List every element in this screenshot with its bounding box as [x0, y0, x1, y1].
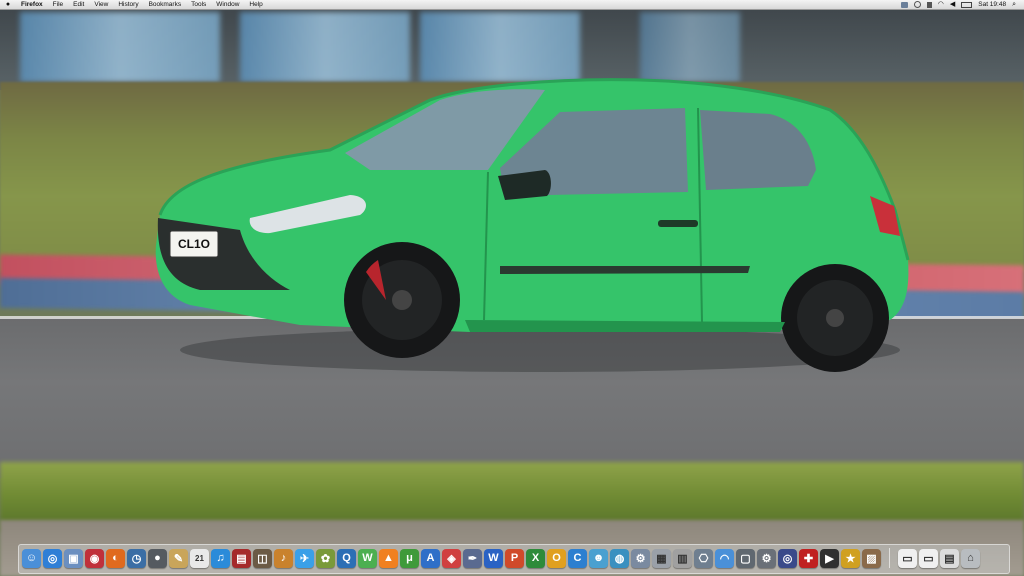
iphoto-icon[interactable]: ◫ — [253, 548, 272, 568]
globe-icon[interactable]: ◍ — [610, 548, 629, 568]
powerpoint-icon[interactable]: P — [505, 548, 524, 568]
time-machine-icon[interactable]: ◷ — [127, 548, 146, 568]
word-icon[interactable]: W — [484, 548, 503, 568]
disk-utility-icon[interactable]: ⎔ — [694, 548, 713, 568]
downloads-stack-icon[interactable]: ▤ — [940, 548, 959, 568]
photos-icon[interactable]: ▨ — [862, 548, 881, 568]
utorrent-icon[interactable]: μ — [400, 548, 419, 568]
dashboard-icon[interactable]: ◈ — [442, 548, 461, 568]
firefox-icon[interactable]: ◐ — [106, 548, 125, 568]
status-menus: ◠ ◀ Sat 19:48 ⌕ — [900, 0, 1024, 9]
wallpaper-car-image — [155, 78, 910, 372]
wmv-icon[interactable]: W — [358, 548, 377, 568]
trash-icon[interactable]: ⌂ — [961, 548, 980, 568]
menu-view[interactable]: View — [89, 0, 113, 9]
menu-history[interactable]: History — [113, 0, 143, 9]
garageband-icon[interactable]: ♪ — [274, 548, 293, 568]
preview-icon[interactable]: ▣ — [64, 548, 83, 568]
finder-icon[interactable]: ☺ — [22, 548, 41, 568]
menu-help[interactable]: Help — [244, 0, 267, 9]
menu-tools[interactable]: Tools — [186, 0, 211, 9]
photo-booth-icon[interactable]: ◉ — [85, 548, 104, 568]
app-store-icon[interactable]: A — [421, 548, 440, 568]
activity-icon[interactable]: ✚ — [799, 548, 818, 568]
app-icon[interactable]: ✿ — [316, 548, 335, 568]
desktop[interactable]: CL1O — [0, 0, 1024, 576]
network-icon[interactable]: ◎ — [778, 548, 797, 568]
notes-icon[interactable]: ✎ — [169, 548, 188, 568]
bluetooth-icon[interactable] — [926, 1, 932, 8]
dock-separator — [889, 548, 890, 568]
number-plate-text: CL1O — [177, 237, 210, 251]
volume-icon[interactable]: ◀ — [950, 0, 955, 9]
document-icon[interactable]: ▭ — [898, 548, 917, 568]
status-app-icon[interactable] — [900, 1, 908, 8]
twitter-icon[interactable]: ✈ — [295, 548, 314, 568]
script-editor-icon[interactable]: ✒ — [463, 548, 482, 568]
safari-icon[interactable]: ◎ — [43, 548, 62, 568]
photo-icon[interactable]: ▤ — [232, 548, 251, 568]
messenger-icon[interactable]: ☻ — [589, 548, 608, 568]
star-icon[interactable]: ★ — [841, 548, 860, 568]
migration-icon[interactable]: ⚙ — [631, 548, 650, 568]
quicktime-icon[interactable]: Q — [337, 548, 356, 568]
menu-file[interactable]: File — [48, 0, 68, 9]
vlc-icon[interactable]: ▲ — [379, 548, 398, 568]
menu-bookmarks[interactable]: Bookmarks — [144, 0, 187, 9]
document-icon[interactable]: ▭ — [919, 548, 938, 568]
wifi-status-icon[interactable]: ◠ — [938, 0, 944, 9]
app-menu[interactable]: Firefox — [16, 0, 48, 9]
itunes-icon[interactable]: ♫ — [211, 548, 230, 568]
calculator-icon[interactable]: ▥ — [673, 548, 692, 568]
excel-icon[interactable]: X — [526, 548, 545, 568]
menu-window[interactable]: Window — [211, 0, 244, 9]
apple-menu-icon[interactable]: ● — [0, 0, 16, 9]
screenshot-icon[interactable]: ▦ — [652, 548, 671, 568]
time-machine-status-icon[interactable] — [913, 1, 921, 8]
menu-edit[interactable]: Edit — [68, 0, 89, 9]
wifi-icon[interactable]: ◠ — [715, 548, 734, 568]
menubar-clock[interactable]: Sat 19:48 — [978, 0, 1006, 9]
spotlight-icon[interactable]: ⌕ — [1012, 0, 1016, 9]
system-preferences-icon[interactable]: ⚙ — [757, 548, 776, 568]
movie-icon[interactable]: ▶ — [820, 548, 839, 568]
battery-icon[interactable] — [961, 1, 973, 8]
calendar-icon[interactable]: 21 — [190, 548, 209, 568]
menu-bar: ● Firefox File Edit View History Bookmar… — [0, 0, 1024, 10]
outlook-icon[interactable]: O — [547, 548, 566, 568]
dock-icons: ☺ ◎ ▣ ◉ ◐ ◷ ● ✎ 21 ♫ ▤ ◫ ♪ ✈ ✿ Q W ▲ μ A ◈ ✒ W P X O C ☻ ◍ ⚙ ▦ ▥ ⎔ ◠ ▢ ⚙ ◎ ✚ ▶… — [22, 546, 980, 570]
camera-icon[interactable]: ● — [148, 548, 167, 568]
communicator-icon[interactable]: C — [568, 548, 587, 568]
console-icon[interactable]: ▢ — [736, 548, 755, 568]
